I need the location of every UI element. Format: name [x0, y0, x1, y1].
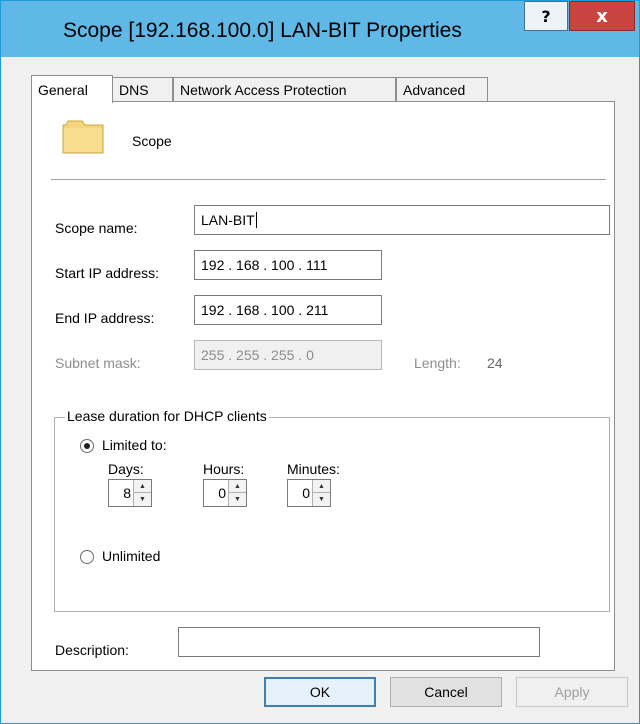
spin-down-icon[interactable]: ▼: [313, 493, 330, 506]
window-title: Scope [192.168.100.0] LAN-BIT Properties: [63, 19, 462, 42]
close-icon: x: [596, 5, 608, 27]
scope-header-label: Scope: [132, 133, 172, 149]
description-input[interactable]: [178, 627, 540, 657]
tab-dns[interactable]: DNS: [112, 77, 173, 101]
end-ip-label: End IP address:: [55, 310, 155, 326]
spin-up-icon[interactable]: ▲: [313, 480, 330, 493]
help-button[interactable]: ?: [524, 1, 568, 31]
subnet-mask-label: Subnet mask:: [55, 355, 141, 371]
cancel-button-label: Cancel: [424, 684, 468, 700]
separator: [51, 179, 606, 181]
scope-properties-dialog: Scope [192.168.100.0] LAN-BIT Properties…: [0, 0, 640, 724]
tab-advanced-label: Advanced: [403, 81, 466, 98]
end-ip-input[interactable]: 192 . 168 . 100 . 211: [194, 295, 382, 325]
hours-spinner-arrows: ▲ ▼: [228, 480, 246, 506]
title-bar[interactable]: Scope [192.168.100.0] LAN-BIT Properties…: [1, 1, 639, 57]
length-value: 24: [487, 355, 503, 371]
spin-up-icon[interactable]: ▲: [134, 480, 151, 493]
tab-advanced[interactable]: Advanced: [396, 77, 488, 101]
minutes-label: Minutes:: [287, 461, 340, 477]
days-value: 8: [123, 485, 131, 501]
hours-spinner[interactable]: 0 ▲ ▼: [203, 479, 247, 507]
dialog-client-area: General DNS Network Access Protection Ad…: [8, 57, 632, 717]
hours-label: Hours:: [203, 461, 245, 477]
spin-up-icon[interactable]: ▲: [229, 480, 246, 493]
tab-general-label: General: [38, 81, 88, 98]
lease-duration-title: Lease duration for DHCP clients: [65, 408, 269, 424]
tab-nap-label: Network Access Protection: [180, 81, 347, 98]
unlimited-radio[interactable]: [80, 550, 94, 564]
tab-dns-label: DNS: [119, 81, 149, 98]
close-button[interactable]: x: [569, 1, 635, 31]
spin-down-icon[interactable]: ▼: [229, 493, 246, 506]
start-ip-input[interactable]: 192 . 168 . 100 . 111: [194, 250, 382, 280]
ok-button-label: OK: [309, 684, 331, 700]
limited-to-radio[interactable]: [80, 439, 94, 453]
text-caret: [255, 212, 257, 228]
tab-network-access-protection[interactable]: Network Access Protection: [173, 77, 396, 101]
subnet-mask-input: 255 . 255 . 255 . 0: [194, 340, 382, 370]
limited-to-label[interactable]: Limited to:: [102, 437, 167, 453]
minutes-spinner[interactable]: 0 ▲ ▼: [287, 479, 331, 507]
lease-duration-group: Lease duration for DHCP clients Limited …: [54, 408, 610, 612]
start-ip-value: 192 . 168 . 100 . 111: [201, 257, 328, 273]
subnet-mask-value: 255 . 255 . 255 . 0: [201, 347, 314, 363]
spin-down-icon[interactable]: ▼: [134, 493, 151, 506]
unlimited-label[interactable]: Unlimited: [102, 548, 160, 564]
days-spinner-arrows: ▲ ▼: [133, 480, 151, 506]
tab-general[interactable]: General: [31, 75, 113, 103]
cancel-button[interactable]: Cancel: [390, 677, 502, 707]
scope-name-input[interactable]: LAN-BIT: [194, 205, 610, 235]
minutes-value: 0: [302, 485, 310, 501]
days-label: Days:: [108, 461, 144, 477]
description-label: Description:: [55, 642, 129, 658]
apply-button: Apply: [516, 677, 628, 707]
minutes-spinner-arrows: ▲ ▼: [312, 480, 330, 506]
scope-name-value: LAN-BIT: [201, 212, 255, 228]
hours-value: 0: [218, 485, 226, 501]
folder-icon: [62, 120, 104, 154]
length-label: Length:: [414, 355, 461, 371]
start-ip-label: Start IP address:: [55, 265, 160, 281]
help-icon: ?: [541, 6, 551, 26]
general-tab-panel: Scope Scope name: LAN-BIT Start IP addre…: [31, 101, 615, 671]
ok-button[interactable]: OK: [264, 677, 376, 707]
scope-name-label: Scope name:: [55, 220, 138, 236]
apply-button-label: Apply: [554, 684, 590, 700]
days-spinner[interactable]: 8 ▲ ▼: [108, 479, 152, 507]
end-ip-value: 192 . 168 . 100 . 211: [201, 302, 329, 318]
